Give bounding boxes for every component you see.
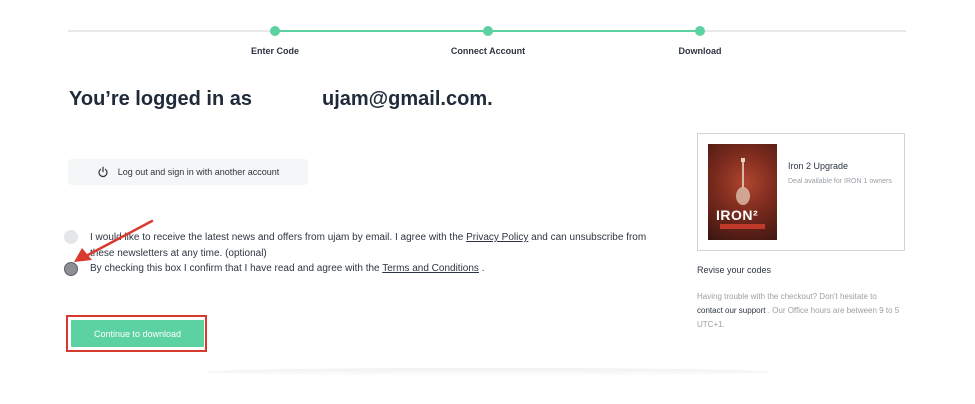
newsletter-consent-text: I would like to receive the latest news …: [90, 230, 665, 262]
annotation-arrow: [74, 219, 154, 262]
footer-shadow: [205, 368, 770, 376]
product-cover-image: IRON²: [708, 144, 777, 240]
continue-to-download-button[interactable]: Continue to download: [71, 320, 204, 347]
help-text: Having trouble with the checkout? Don't …: [697, 290, 902, 332]
privacy-policy-link[interactable]: Privacy Policy: [466, 232, 528, 243]
logout-button[interactable]: Log out and sign in with another account: [68, 159, 308, 185]
terms-consent-text: By checking this box I confirm that I ha…: [90, 261, 665, 277]
terms-and-conditions-link[interactable]: Terms and Conditions: [382, 263, 479, 274]
step-dot-download: [695, 26, 705, 36]
power-icon: [98, 166, 108, 178]
step-label-connect-account: Connect Account: [450, 46, 526, 56]
user-email: ujam@gmail.com.: [322, 88, 493, 110]
product-subtitle: Deal available for IRON 1 owners: [788, 178, 892, 185]
step-dot-connect-account: [483, 26, 493, 36]
contact-support-link[interactable]: contact our support: [697, 306, 765, 315]
help-text-before: Having trouble with the checkout? Don't …: [697, 292, 877, 301]
logout-label: Log out and sign in with another account: [117, 167, 280, 177]
step-dot-enter-code: [270, 26, 280, 36]
cover-band: [720, 224, 765, 229]
page-title: You’re logged in as ujam@gmail.com.: [69, 88, 493, 111]
title-prefix: You’re logged in as: [69, 88, 252, 110]
terms-text-after: .: [478, 263, 485, 274]
step-label-enter-code: Enter Code: [250, 46, 300, 56]
cover-logo: IRON²: [716, 207, 759, 223]
revise-codes-link[interactable]: Revise your codes: [697, 265, 771, 275]
product-title: Iron 2 Upgrade: [788, 161, 849, 171]
guitar-illustration: [736, 158, 750, 205]
step-label-download: Download: [678, 46, 722, 56]
